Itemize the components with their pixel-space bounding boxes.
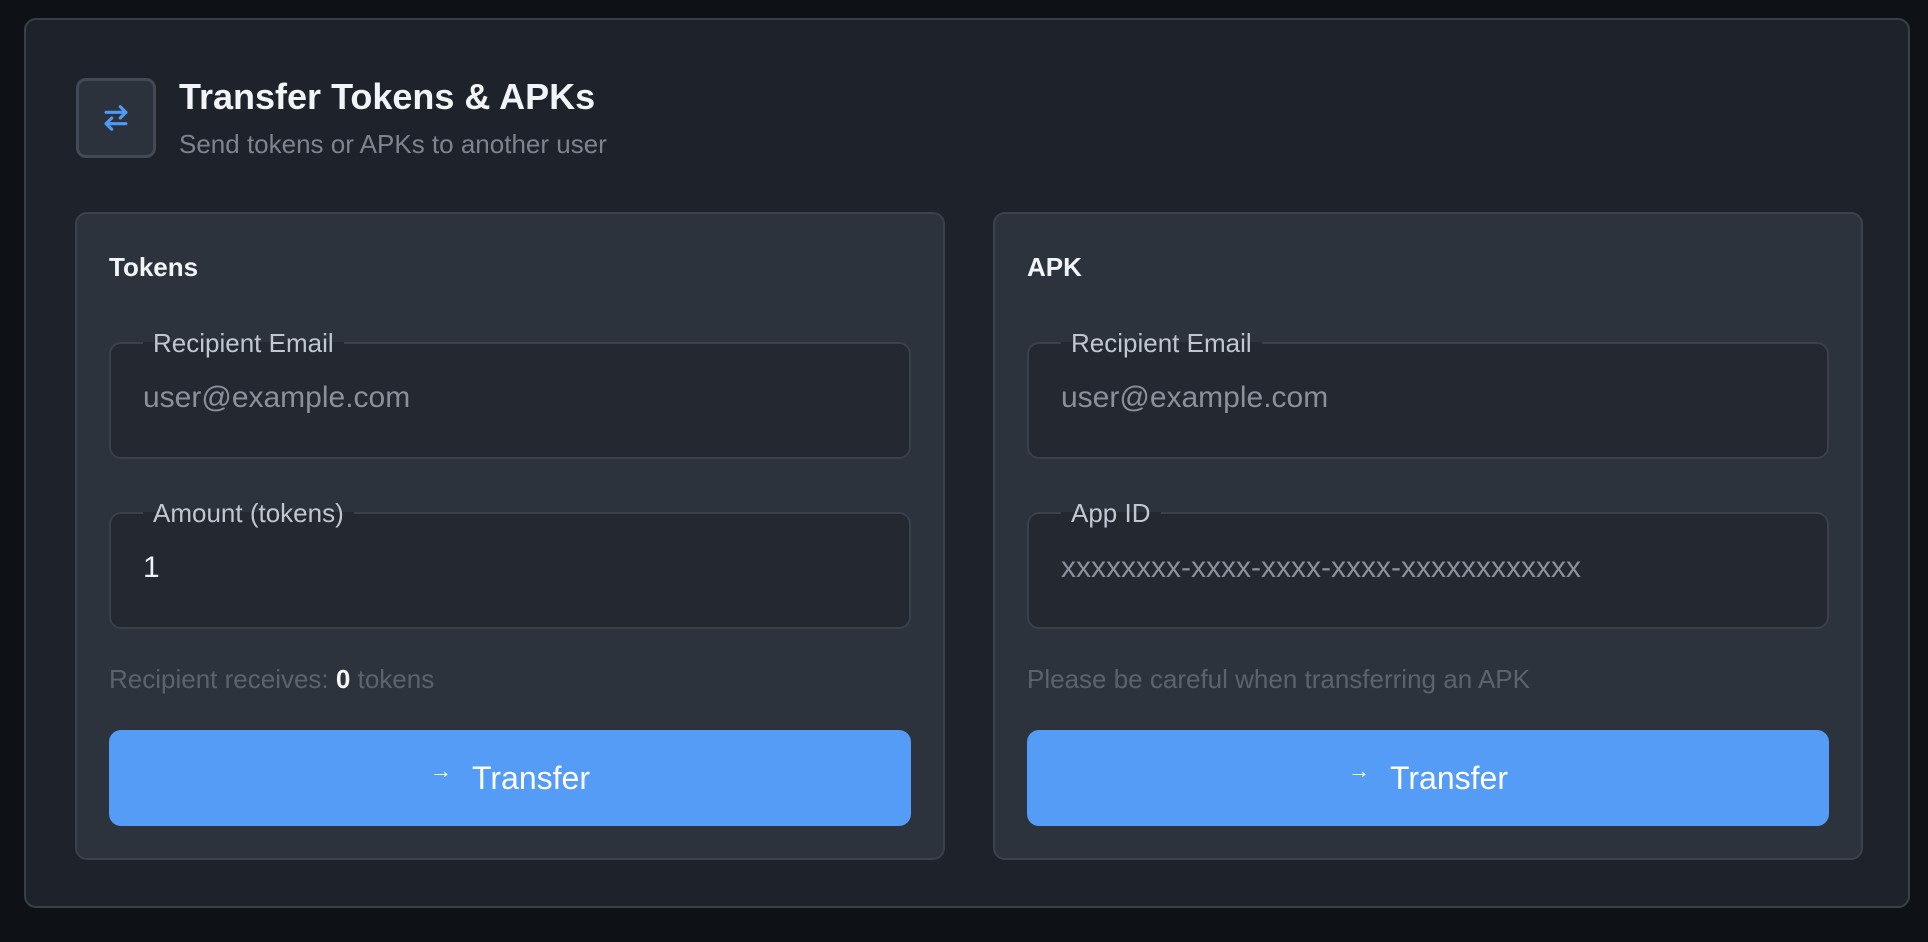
apk-card: APK Recipient Email App ID Please be car… (993, 212, 1863, 860)
tokens-recipient-email-input[interactable] (143, 376, 873, 420)
tokens-recipient-email-field: Recipient Email (109, 328, 911, 459)
apk-recipient-email-input[interactable] (1061, 376, 1791, 420)
apk-recipient-email-label: Recipient Email (1071, 328, 1252, 358)
tokens-amount-field: Amount (tokens) (109, 498, 911, 629)
tokens-amount-label: Amount (tokens) (153, 498, 344, 528)
apk-app-id-label: App ID (1071, 498, 1151, 528)
receives-amount: 0 (335, 664, 351, 694)
tokens-transfer-button[interactable]: → Transfer (109, 730, 911, 826)
tokens-amount-input[interactable] (143, 546, 873, 590)
transfer-panel: Transfer Tokens & APKs Send tokens or AP… (24, 18, 1910, 908)
arrow-right-icon: → (1348, 758, 1371, 783)
arrow-right-icon: → (430, 758, 453, 783)
apk-transfer-label: Transfer (1390, 760, 1508, 796)
apk-card-title: APK (1027, 252, 1082, 282)
apk-recipient-email-field: Recipient Email (1027, 328, 1829, 459)
apk-app-id-input[interactable] (1061, 546, 1791, 590)
apk-warning-note: Please be careful when transferring an A… (1027, 664, 1530, 694)
page-title: Transfer Tokens & APKs (179, 76, 596, 117)
tokens-card: Tokens Recipient Email Amount (tokens) R… (75, 212, 945, 860)
tokens-recipient-email-label: Recipient Email (153, 328, 334, 358)
tokens-card-title: Tokens (109, 252, 199, 282)
recipient-receives-note: Recipient receives: 0 tokens (109, 664, 434, 695)
tokens-transfer-label: Transfer (472, 760, 590, 796)
receives-prefix: Recipient receives: (109, 664, 329, 694)
apk-transfer-button[interactable]: → Transfer (1027, 730, 1829, 826)
page-subtitle: Send tokens or APKs to another user (179, 129, 607, 159)
swap-arrows-icon (76, 78, 156, 158)
apk-app-id-field: App ID (1027, 498, 1829, 629)
receives-suffix: tokens (357, 664, 435, 694)
